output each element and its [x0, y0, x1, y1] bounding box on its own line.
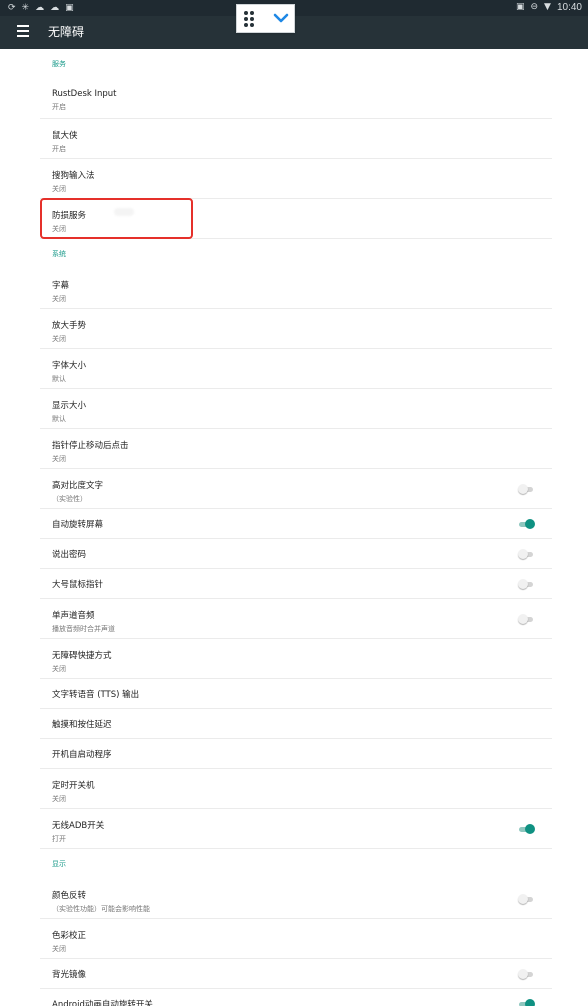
settings-icon: ✳ [21, 3, 30, 13]
mono-audio-toggle[interactable] [518, 613, 534, 624]
item-title: 触摸和按住延迟 [52, 720, 112, 730]
item-title: 背光镜像 [52, 970, 87, 980]
item-summary: 打开 [52, 835, 66, 843]
color-inversion-toggle[interactable] [518, 893, 534, 904]
item-title: 字体大小 [52, 361, 87, 371]
item-summary: 关闭 [52, 945, 66, 953]
item-title: Android动画自动旋转开关 [52, 1000, 153, 1006]
list-item-captions[interactable]: 字幕 关闭 [40, 269, 552, 309]
list-item-touch-hold-delay[interactable]: 触摸和按住延迟 [40, 709, 552, 739]
section-header-system: 系统 [52, 250, 66, 258]
list-item-color-inversion[interactable]: 颜色反转 （实验性功能）可能会影响性能 [40, 879, 552, 919]
list-item-mouse-hero[interactable]: 鼠大侠 开启 [40, 119, 552, 159]
list-item-font-size[interactable]: 字体大小 默认 [40, 349, 552, 389]
menu-icon[interactable] [15, 25, 31, 39]
list-item-speak-passwords[interactable]: 说出密码 [40, 539, 552, 569]
settings-list: 服务 RustDesk Input 开启 鼠大侠 开启 搜狗输入法 关闭 防损服… [40, 49, 552, 1006]
list-item-mono-audio[interactable]: 单声道音频 播放音频时合并声道 [40, 599, 552, 639]
item-summary: （实验性功能）可能会影响性能 [52, 905, 150, 913]
list-item-accessibility-shortcut[interactable]: 无障碍快捷方式 关闭 [40, 639, 552, 679]
chevron-down-icon[interactable] [272, 9, 290, 27]
dots-grid-icon[interactable] [244, 11, 260, 27]
item-title: 无线ADB开关 [52, 821, 105, 831]
high-contrast-text-toggle[interactable] [518, 483, 534, 494]
download-icon: ▣ [65, 3, 74, 13]
do-not-disturb-icon: ⊖ [530, 2, 539, 12]
list-item-magnification-gestures[interactable]: 放大手势 关闭 [40, 309, 552, 349]
item-summary: 默认 [52, 375, 66, 383]
item-summary: 开启 [52, 145, 66, 153]
list-item-dwell-click[interactable]: 指针停止移动后点击 关闭 [40, 429, 552, 469]
item-title: 高对比度文字 [52, 481, 104, 491]
item-summary: 关闭 [52, 335, 66, 343]
item-summary: 默认 [52, 415, 66, 423]
item-title: 单声道音频 [52, 611, 95, 621]
item-summary: 关闭 [52, 225, 66, 233]
auto-rotate-screen-toggle[interactable] [518, 518, 535, 529]
list-item-anti-loss-service[interactable]: 防损服务 关闭 [40, 199, 552, 239]
item-title: 颜色反转 [52, 891, 87, 901]
wireless-adb-toggle[interactable] [518, 823, 535, 834]
page-title: 无障碍 [48, 25, 85, 39]
item-title: 大号鼠标指针 [52, 580, 104, 590]
speak-passwords-toggle[interactable] [518, 548, 534, 559]
item-title: 显示大小 [52, 401, 87, 411]
item-summary: 关闭 [52, 185, 66, 193]
system-icons: ▣ ⊖ ▼ 10:40 [516, 2, 582, 13]
list-item-rustdesk-input[interactable]: RustDesk Input 开启 [40, 79, 552, 119]
item-title: 自动旋转屏幕 [52, 520, 104, 530]
sync-icon: ⟳ [8, 3, 16, 13]
cloud-icon: ☁ [35, 3, 45, 13]
list-item-color-correction[interactable]: 色彩校正 关闭 [40, 919, 552, 959]
list-item-animation-auto-rotate[interactable]: Android动画自动旋转开关 [40, 989, 552, 1006]
large-mouse-pointer-toggle[interactable] [518, 578, 534, 589]
section-header-display: 显示 [52, 860, 66, 868]
item-title: 搜狗输入法 [52, 171, 95, 181]
list-item-auto-rotate-screen[interactable]: 自动旋转屏幕 [40, 509, 552, 539]
animation-auto-rotate-toggle[interactable] [518, 998, 535, 1006]
list-item-large-mouse-pointer[interactable]: 大号鼠标指针 [40, 569, 552, 599]
notification-icons: ⟳ ✳ ☁ ☁ ▣ [8, 3, 74, 13]
item-title: 鼠大侠 [52, 131, 78, 141]
list-item-tts-output[interactable]: 文字转语音 (TTS) 输出 [40, 679, 552, 709]
item-title: 无障碍快捷方式 [52, 651, 112, 661]
list-item-wireless-adb[interactable]: 无线ADB开关 打开 [40, 809, 552, 849]
settings-content: 服务 RustDesk Input 开启 鼠大侠 开启 搜狗输入法 关闭 防损服… [0, 49, 588, 1006]
item-summary: （实验性） [52, 495, 87, 503]
list-item-backlight-mirror[interactable]: 背光镜像 [40, 959, 552, 989]
item-title: 说出密码 [52, 550, 87, 560]
item-summary: 关闭 [52, 295, 66, 303]
item-title: 放大手势 [52, 321, 87, 331]
item-title: 指针停止移动后点击 [52, 441, 129, 451]
item-summary: 开启 [52, 103, 66, 111]
list-item-scheduled-power[interactable]: 定时开关机 关闭 [40, 769, 552, 809]
item-title: 文字转语音 (TTS) 输出 [52, 690, 140, 700]
item-title: 开机自启动程序 [52, 750, 112, 760]
floating-control-bar [236, 4, 295, 33]
item-title: 色彩校正 [52, 931, 87, 941]
item-title: RustDesk Input [52, 89, 117, 99]
item-summary: 关闭 [52, 665, 66, 673]
item-title: 字幕 [52, 281, 70, 291]
section-header-services: 服务 [52, 60, 66, 68]
redacted-area [114, 208, 134, 216]
wifi-icon: ▼ [544, 2, 551, 12]
cloud-icon: ☁ [50, 3, 60, 13]
list-item-sogou-input[interactable]: 搜狗输入法 关闭 [40, 159, 552, 199]
item-title: 定时开关机 [52, 781, 95, 791]
item-summary: 播放音频时合并声道 [52, 625, 115, 633]
clock: 10:40 [556, 2, 582, 13]
list-item-startup-apps[interactable]: 开机自启动程序 [40, 739, 552, 769]
list-item-high-contrast-text[interactable]: 高对比度文字 （实验性） [40, 469, 552, 509]
item-summary: 关闭 [52, 455, 66, 463]
screenshot-icon: ▣ [515, 2, 525, 12]
list-item-display-size[interactable]: 显示大小 默认 [40, 389, 552, 429]
backlight-mirror-toggle[interactable] [518, 968, 534, 979]
item-summary: 关闭 [52, 795, 66, 803]
